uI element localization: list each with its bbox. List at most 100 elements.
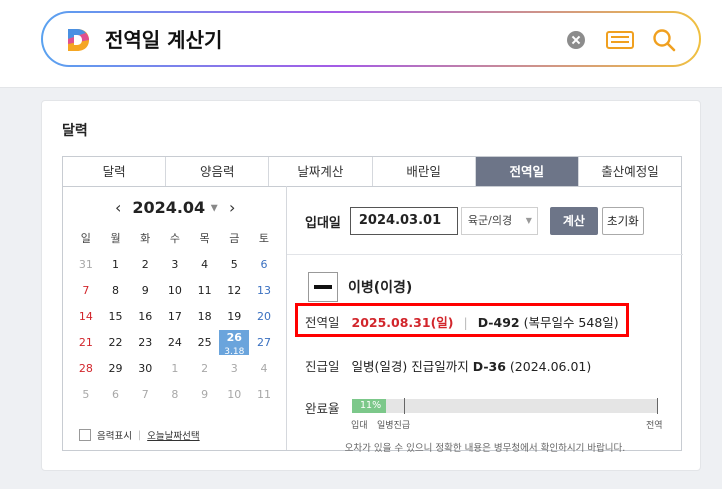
chevron-down-icon: ▼ xyxy=(210,203,218,214)
day-cell[interactable]: 8 xyxy=(101,278,131,304)
day-cell[interactable]: 10 xyxy=(160,278,190,304)
progress-fill: 11% xyxy=(352,399,386,413)
day-cell[interactable]: 30 xyxy=(130,356,160,382)
day-cell[interactable]: 17 xyxy=(160,304,190,330)
tab-bar: 달력 양음력 날짜계산 배란일 전역일 출산예정일 xyxy=(62,156,682,187)
rank-insignia-icon xyxy=(308,272,338,302)
tab-due-date[interactable]: 출산예정일 xyxy=(578,157,682,186)
today-select-link[interactable]: 오늘날짜선택 xyxy=(147,428,199,442)
discharge-dday: D-492 xyxy=(477,315,520,330)
day-cell[interactable]: 13 xyxy=(249,278,279,304)
enlist-label: 입대일 xyxy=(305,215,341,231)
day-cell[interactable]: 9 xyxy=(130,278,160,304)
search-box[interactable]: 전역일 계산기 xyxy=(41,11,701,67)
month-selector[interactable]: 2024.04 ▼ xyxy=(63,198,287,217)
day-cell[interactable]: 29 xyxy=(101,356,131,382)
day-cell[interactable]: 24 xyxy=(160,330,190,356)
lunar-toggle-label[interactable]: 음력표시 xyxy=(97,428,132,442)
calendar-footer: 음력표시 | 오늘날짜선택 xyxy=(79,428,200,442)
day-cell[interactable]: 1 xyxy=(160,356,190,382)
discharge-panel: 입대일 2024.03.01 육군/의경 ▼ 계산 초기화 이병(이경) 전역일… xyxy=(287,186,683,454)
notice-text: 오차가 있을 수 있으니 정확한 내용은 병무청에서 확인하시기 바랍니다. xyxy=(344,443,626,454)
weekday-row: 일 월 화 수 목 금 토 xyxy=(71,226,279,252)
next-month-icon[interactable]: › xyxy=(229,198,235,217)
enlist-date-input[interactable]: 2024.03.01 xyxy=(349,207,458,235)
day-cell[interactable]: 7 xyxy=(71,278,101,304)
tab-date-calc[interactable]: 날짜계산 xyxy=(269,157,373,186)
day-cell[interactable]: 4 xyxy=(249,356,279,382)
keyboard-icon[interactable] xyxy=(606,31,634,49)
day-cell[interactable]: 7 xyxy=(130,382,160,408)
branch-select[interactable]: 육군/의경 ▼ xyxy=(460,207,538,235)
day-cell[interactable]: 19 xyxy=(219,304,249,330)
day-cell[interactable]: 1 xyxy=(101,252,131,278)
day-cell[interactable]: 25 xyxy=(190,330,220,356)
day-cell[interactable]: 5 xyxy=(219,252,249,278)
enlist-row: 입대일 2024.03.01 육군/의경 ▼ 계산 초기화 xyxy=(305,207,644,235)
week-row: 28 29 30 1 2 3 4 xyxy=(71,356,279,382)
day-cell[interactable]: 27 xyxy=(249,330,279,356)
week-row: 5 6 7 8 9 10 11 xyxy=(71,382,279,408)
weekday: 화 xyxy=(140,232,151,245)
progress-start-label: 입대 xyxy=(351,421,368,431)
promotion-dday: D-36 xyxy=(472,359,506,374)
reset-button[interactable]: 초기화 xyxy=(601,207,644,235)
card-title: 달력 xyxy=(62,123,88,139)
day-cell[interactable]: 6 xyxy=(249,252,279,278)
day-cell[interactable]: 5 xyxy=(71,382,101,408)
day-cell[interactable]: 12 xyxy=(219,278,249,304)
search-query[interactable]: 전역일 계산기 xyxy=(105,26,222,54)
promotion-text: 일병(일경) 진급일까지 xyxy=(351,359,469,374)
calculate-button[interactable]: 계산 xyxy=(549,207,598,235)
tab-body: ‹ 2024.04 ▼ › 일 월 화 수 목 금 토 31 1 2 3 4 5… xyxy=(62,186,683,454)
day-cell[interactable]: 11 xyxy=(190,278,220,304)
weekday: 토 xyxy=(258,232,270,245)
day-cell[interactable]: 9 xyxy=(190,382,220,408)
promotion-label: 진급일 xyxy=(305,359,340,374)
day-cell[interactable]: 6 xyxy=(101,382,131,408)
promotion-date: (2024.06.01) xyxy=(509,359,592,374)
tab-lunar-solar[interactable]: 양음력 xyxy=(166,157,270,186)
day-cell[interactable]: 22 xyxy=(101,330,131,356)
day-cell[interactable]: 20 xyxy=(249,304,279,330)
day-cell[interactable]: 23 xyxy=(130,330,160,356)
today-cell[interactable]: 26 3.18 xyxy=(219,330,250,357)
divider xyxy=(287,254,683,255)
day-cell[interactable]: 15 xyxy=(101,304,131,330)
lunar-checkbox[interactable] xyxy=(79,429,91,441)
day-cell[interactable]: 2 xyxy=(190,356,220,382)
mini-calendar: ‹ 2024.04 ▼ › 일 월 화 수 목 금 토 31 1 2 3 4 5… xyxy=(63,186,287,450)
day-cell[interactable]: 11 xyxy=(249,382,279,408)
today-day: 26 xyxy=(226,331,242,344)
search-icon[interactable] xyxy=(651,27,677,53)
day-cell[interactable]: 16 xyxy=(130,304,160,330)
discharge-highlight-box: 전역일 2025.08.31(일) | D-492 (복무일수 548일) xyxy=(295,303,629,337)
divider: | xyxy=(463,315,468,330)
end-marker xyxy=(657,398,658,414)
search-header: 전역일 계산기 xyxy=(0,0,722,88)
weekday: 일 xyxy=(80,232,91,245)
promotion-row: 진급일 일병(일경) 진급일까지 D-36 (2024.06.01) xyxy=(305,356,591,375)
discharge-date: 2025.08.31(일) xyxy=(351,315,454,330)
weekday: 월 xyxy=(110,232,121,245)
day-cell[interactable]: 31 xyxy=(71,252,101,278)
clear-icon[interactable] xyxy=(567,31,585,49)
day-cell[interactable]: 10 xyxy=(219,382,249,408)
divider: | xyxy=(137,429,142,441)
day-cell[interactable]: 8 xyxy=(160,382,190,408)
day-cell[interactable]: 21 xyxy=(71,330,101,356)
tab-ovulation[interactable]: 배란일 xyxy=(372,157,476,186)
chevron-down-icon: ▼ xyxy=(525,216,532,225)
day-cell[interactable]: 3 xyxy=(160,252,190,278)
day-cell[interactable]: 14 xyxy=(71,304,101,330)
promotion-marker xyxy=(404,398,405,414)
tab-discharge[interactable]: 전역일 xyxy=(475,157,579,186)
day-cell[interactable]: 18 xyxy=(190,304,220,330)
day-cell[interactable]: 28 xyxy=(71,356,101,382)
tab-calendar[interactable]: 달력 xyxy=(63,157,167,186)
day-cell[interactable]: 3 xyxy=(219,356,249,382)
day-cell[interactable]: 4 xyxy=(190,252,220,278)
day-cell[interactable]: 2 xyxy=(130,252,160,278)
daum-logo-icon xyxy=(68,29,89,51)
week-row: 14 15 16 17 18 19 20 xyxy=(71,304,279,330)
